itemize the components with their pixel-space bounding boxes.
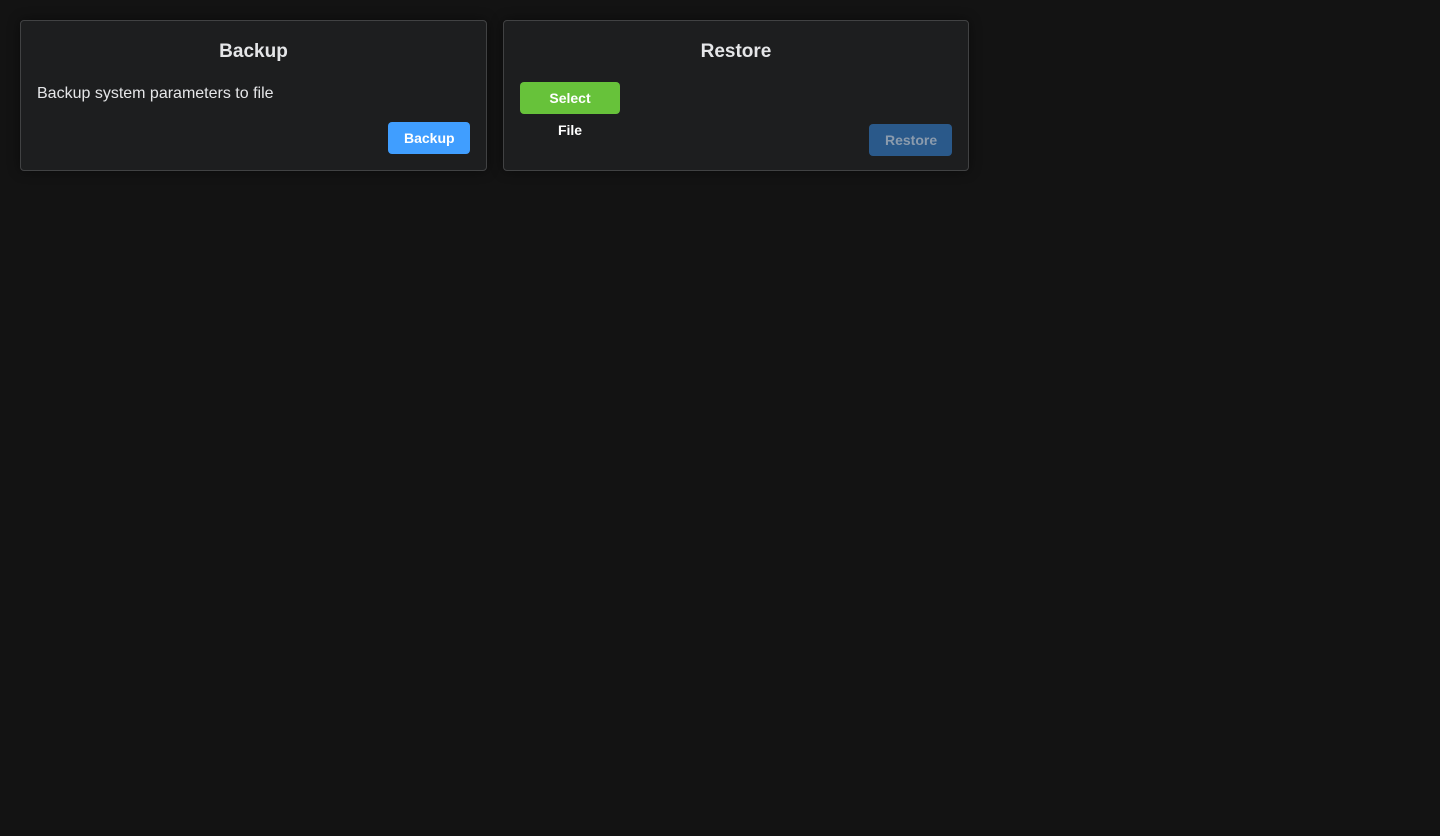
- backup-card: Backup Backup system parameters to file …: [20, 20, 487, 171]
- backup-card-title: Backup: [219, 41, 288, 62]
- select-file-button[interactable]: Select File: [520, 82, 620, 138]
- page: Backup Backup system parameters to file …: [0, 0, 1440, 836]
- restore-card-title: Restore: [700, 41, 772, 62]
- restore-button[interactable]: Restore: [869, 124, 952, 156]
- restore-card: Restore Select File Restore: [503, 20, 969, 171]
- backup-button[interactable]: Backup: [388, 122, 470, 154]
- backup-description: Backup system parameters to file: [37, 85, 274, 102]
